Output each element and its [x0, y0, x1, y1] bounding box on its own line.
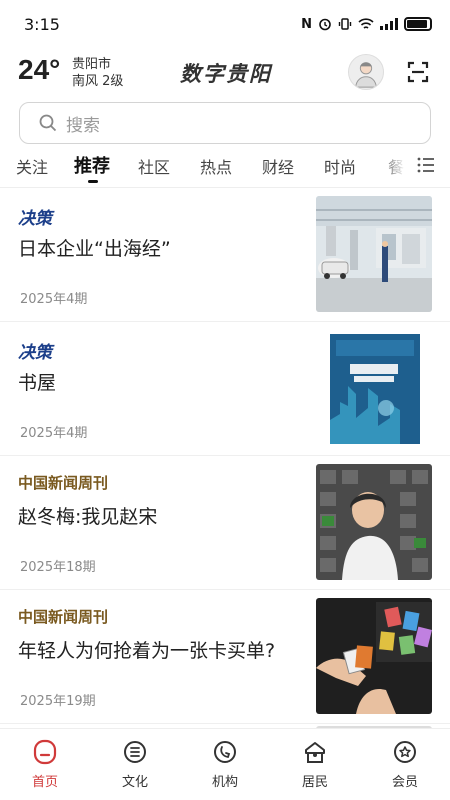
nav-resident[interactable]: 居民 — [280, 739, 350, 790]
weather-location: 贵阳市 南风 2级 — [72, 56, 123, 90]
member-icon — [394, 741, 416, 763]
weather-wind: 南风 2级 — [72, 74, 124, 89]
card-date: 2025年4期 — [20, 426, 88, 441]
news-card[interactable]: 中国新闻周刊 赵冬梅:我见赵宋 2025年18期 — [0, 456, 450, 590]
card-date: 2025年18期 — [20, 560, 96, 575]
card-source: 决策 — [18, 209, 52, 229]
nav-home[interactable]: 首页 — [10, 739, 80, 790]
card-source: 中国新闻周刊 — [18, 608, 109, 626]
tab-community[interactable]: 社区 — [138, 154, 170, 178]
nav-institution[interactable]: 机构 — [190, 739, 260, 790]
institution-icon — [214, 741, 236, 763]
card-date: 2025年4期 — [20, 292, 88, 307]
alarm-icon — [319, 18, 331, 31]
nav-label: 居民 — [301, 775, 328, 790]
app-title: 数字贵阳 — [180, 61, 272, 86]
factory-photo — [316, 196, 432, 312]
card-thumbnail — [316, 196, 432, 312]
weather-city: 贵阳市 — [72, 57, 112, 72]
user-avatar[interactable] — [348, 54, 384, 90]
card-title: 赵冬梅:我见赵宋 — [18, 506, 158, 528]
tabs-fade — [380, 148, 412, 184]
nav-label: 文化 — [121, 775, 148, 790]
card-source: 中国新闻周刊 — [18, 474, 109, 492]
tab-hot[interactable]: 热点 — [200, 154, 232, 178]
nav-culture[interactable]: 文化 — [100, 739, 170, 790]
search-placeholder: 搜索 — [66, 115, 100, 136]
signal-icon — [380, 18, 398, 30]
portrait-photo — [316, 464, 432, 580]
card-title: 书屋 — [18, 372, 57, 394]
bottom-nav: 首页 文化 机构 居民 会员 — [0, 728, 450, 800]
news-card[interactable]: 决策 书屋 2025年4期 — [0, 322, 450, 456]
tab-fashion[interactable]: 时尚 — [324, 154, 356, 178]
app-header: 24° 贵阳市 南风 2级 数字贵阳 — [0, 50, 450, 98]
status-time: 3:15 — [24, 14, 60, 34]
nav-label: 会员 — [391, 775, 418, 790]
card-thumbnail — [316, 464, 432, 580]
magazine-cover — [316, 330, 432, 446]
news-card[interactable]: 决策 日本企业“出海经” 2025年4期 — [0, 188, 450, 322]
search-bar[interactable]: 搜索 — [19, 102, 431, 144]
tab-menu-icon[interactable] — [416, 155, 436, 175]
card-title: 年轻人为何抢着为一张卡买单? — [18, 640, 276, 662]
nav-label: 机构 — [211, 775, 238, 790]
weather-temperature: 24° — [18, 54, 61, 85]
user-icon — [355, 62, 377, 88]
card-title: 日本企业“出海经” — [18, 238, 171, 260]
vibrate-icon — [338, 18, 352, 30]
culture-icon — [124, 741, 146, 763]
wifi-icon — [358, 18, 374, 29]
tab-active-indicator — [88, 180, 98, 183]
tab-recommend[interactable]: 推荐 — [74, 152, 110, 178]
nav-label: 首页 — [31, 775, 58, 790]
tab-finance[interactable]: 财经 — [262, 154, 294, 178]
card-date: 2025年19期 — [20, 694, 96, 709]
card-thumbnail — [316, 330, 432, 446]
status-bar: 3:15 N — [0, 0, 450, 48]
resident-icon — [305, 742, 325, 763]
card-source: 决策 — [18, 343, 52, 363]
scan-icon[interactable] — [406, 60, 430, 84]
tab-follow[interactable]: 关注 — [16, 154, 48, 178]
nav-member[interactable]: 会员 — [370, 739, 440, 790]
status-icons: N — [301, 17, 432, 32]
news-card[interactable]: 中国新闻周刊 年轻人为何抢着为一张卡买单? 2025年19期 — [0, 590, 450, 724]
home-icon — [33, 739, 57, 765]
search-icon — [39, 114, 57, 132]
card-thumbnail — [316, 598, 432, 714]
cards-photo — [316, 598, 432, 714]
nfc-icon: N — [301, 16, 312, 32]
battery-icon — [404, 17, 432, 31]
category-tabs: 关注 推荐 社区 热点 财经 时尚 餐 — [0, 148, 450, 188]
